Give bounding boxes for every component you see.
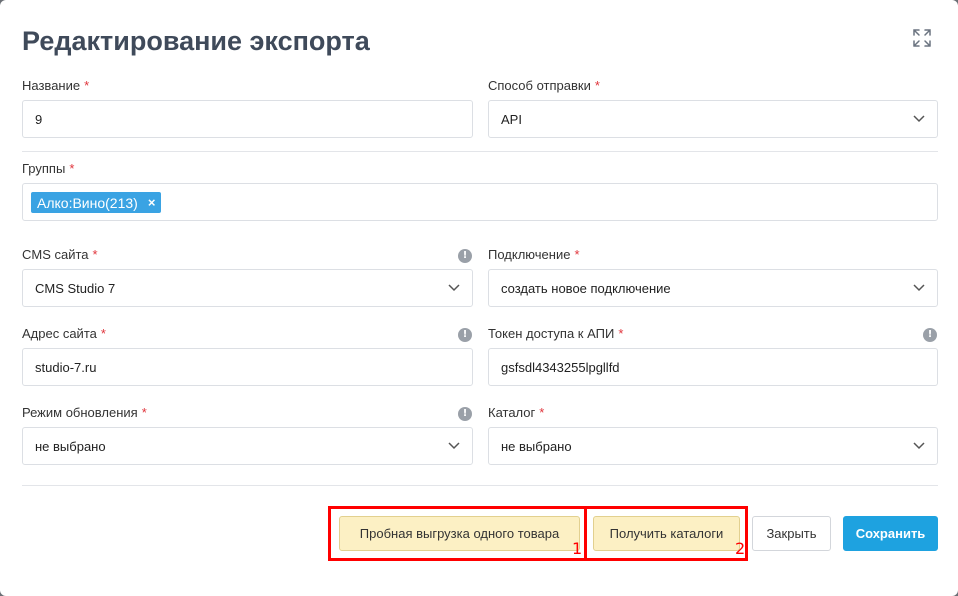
chevron-down-icon — [913, 115, 925, 123]
name-input-value: 9 — [35, 111, 43, 127]
chevron-down-icon — [448, 284, 460, 292]
api-token-label: Токен доступа к АПИ * — [488, 326, 624, 341]
close-button[interactable]: Закрыть — [752, 516, 831, 551]
divider — [22, 151, 938, 152]
highlight-number-1: 1 — [572, 539, 583, 558]
send-method-select[interactable]: API — [488, 100, 938, 138]
name-label: Название * — [22, 78, 90, 93]
connection-value: создать новое подключение — [501, 280, 671, 296]
update-mode-label: Режим обновления * — [22, 405, 147, 420]
connection-label: Подключение * — [488, 247, 580, 262]
chevron-down-icon — [448, 442, 460, 450]
info-icon[interactable]: ! — [458, 407, 472, 421]
cms-label: CMS сайта * — [22, 247, 98, 262]
highlight-box-2 — [584, 506, 748, 561]
dialog-title: Редактирование экспорта — [22, 26, 370, 56]
group-tag: Алко:Вино(213) × — [31, 192, 162, 213]
info-icon[interactable]: ! — [923, 328, 937, 342]
catalog-select[interactable]: не выбрано — [488, 427, 938, 465]
site-address-label: Адрес сайта * — [22, 326, 106, 341]
chevron-down-icon — [913, 284, 925, 292]
info-icon[interactable]: ! — [458, 249, 472, 263]
info-icon[interactable]: ! — [458, 328, 472, 342]
update-mode-value: не выбрано — [35, 438, 106, 454]
send-method-label: Способ отправки * — [488, 78, 600, 93]
expand-icon[interactable] — [912, 28, 932, 48]
groups-label: Группы * — [22, 161, 75, 176]
site-address-value: studio-7.ru — [35, 359, 97, 375]
cms-select[interactable]: CMS Studio 7 — [22, 269, 473, 307]
save-button[interactable]: Сохранить — [843, 516, 938, 551]
catalog-value: не выбрано — [501, 438, 572, 454]
divider — [22, 485, 938, 486]
site-address-input[interactable]: studio-7.ru — [22, 348, 473, 386]
api-token-value: gsfsdl4343255lpgllfd — [501, 359, 620, 375]
connection-select[interactable]: создать новое подключение — [488, 269, 938, 307]
cms-value: CMS Studio 7 — [35, 280, 116, 296]
highlight-box-1 — [328, 506, 587, 561]
chevron-down-icon — [913, 442, 925, 450]
update-mode-select[interactable]: не выбрано — [22, 427, 473, 465]
api-token-input[interactable]: gsfsdl4343255lpgllfd — [488, 348, 938, 386]
edit-export-dialog: Редактирование экспорта Название * 9 Спос… — [0, 0, 958, 596]
send-method-value: API — [501, 111, 522, 127]
name-input[interactable]: 9 — [22, 100, 473, 138]
catalog-label: Каталог * — [488, 405, 545, 420]
tag-remove-icon[interactable]: × — [148, 195, 156, 210]
highlight-number-2: 2 — [735, 539, 746, 558]
group-tag-label: Алко:Вино(213) — [37, 194, 138, 211]
